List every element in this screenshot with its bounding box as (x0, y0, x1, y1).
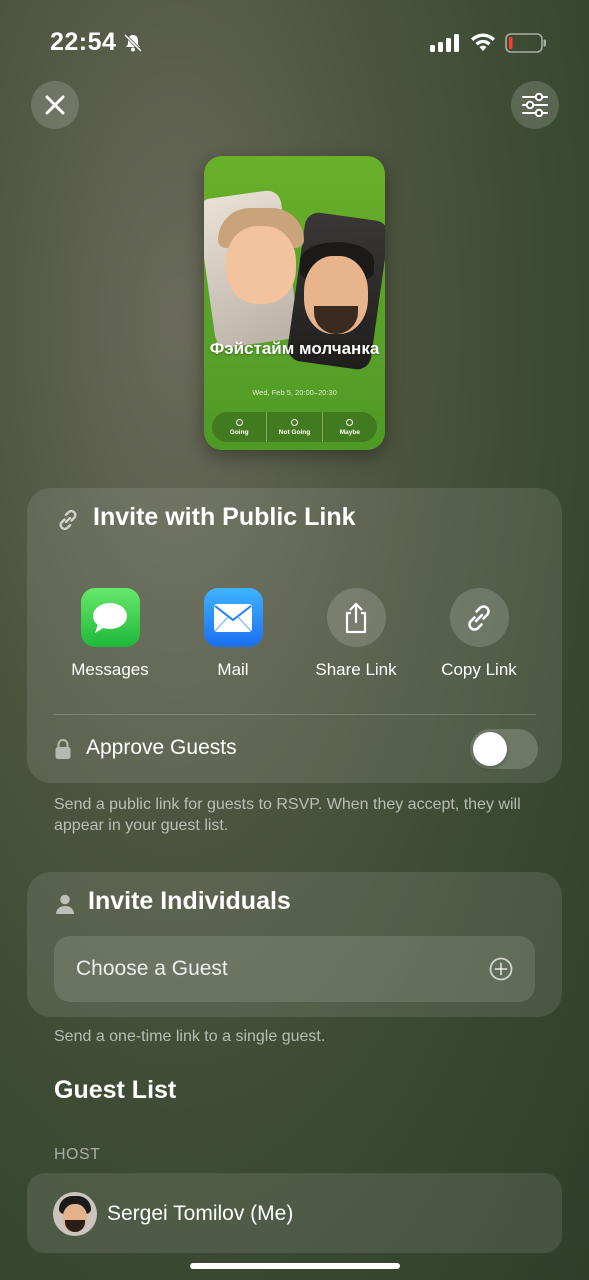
approve-guests-toggle[interactable] (470, 729, 538, 769)
choose-guest-label: Choose a Guest (76, 957, 228, 980)
check-icon (290, 418, 298, 426)
rsvp-not-going: Not Going (266, 412, 321, 442)
home-indicator[interactable] (190, 1263, 400, 1269)
share-messages-label: Messages (71, 660, 149, 679)
mail-icon (203, 588, 263, 647)
toggle-knob (473, 732, 507, 766)
guest-list-title: Guest List (54, 1076, 177, 1104)
divider (53, 714, 536, 715)
avatar (53, 1192, 97, 1236)
bell-slash-icon (122, 32, 144, 59)
person-icon (54, 893, 76, 920)
public-link-note: Send a public link for guests to RSVP. W… (54, 796, 521, 834)
rsvp-maybe: Maybe (321, 412, 377, 442)
share-link-label: Share Link (315, 660, 397, 679)
share-link-button[interactable]: Share Link (301, 588, 411, 680)
question-icon (346, 418, 354, 426)
invite-individuals-title: Invite Individuals (88, 887, 291, 915)
battery-low-icon (505, 33, 547, 58)
settings-button[interactable] (511, 81, 559, 129)
approve-guests-label: Approve Guests (86, 736, 237, 759)
event-poster[interactable]: Фэйстайм молчанка Wed, Feb 5, 20:00–20:3… (204, 156, 385, 450)
share-icon (326, 588, 386, 647)
share-mail-label: Mail (217, 660, 249, 679)
choose-guest-button[interactable]: Choose a Guest (54, 936, 535, 1002)
status-time: 22:54 (50, 28, 117, 56)
poster-title: Фэйстайм молчанка (209, 339, 380, 358)
poster-date: Wed, Feb 5, 20:00–20:30 (252, 388, 337, 397)
individuals-note: Send a one-time link to a single guest. (54, 1028, 326, 1045)
copy-link-button[interactable]: Copy Link (424, 588, 534, 680)
invite-public-link-title: Invite with Public Link (93, 503, 356, 531)
messages-icon (80, 588, 140, 647)
wifi-icon (470, 32, 496, 57)
link-icon (55, 507, 81, 538)
check-icon (235, 418, 243, 426)
rsvp-going: Going (212, 412, 266, 442)
share-messages-button[interactable]: Messages (55, 588, 165, 680)
close-icon (45, 95, 65, 115)
lock-icon (54, 738, 72, 765)
host-section-label: HOST (54, 1146, 101, 1163)
link-icon (449, 588, 509, 647)
share-mail-button[interactable]: Mail (178, 588, 288, 680)
sliders-icon (522, 93, 548, 117)
poster-rsvp-bar: Going Not Going Maybe (212, 412, 377, 442)
cellular-signal-icon (430, 34, 460, 57)
memoji-face (226, 226, 296, 304)
close-button[interactable] (31, 81, 79, 129)
plus-circle-icon (489, 957, 513, 986)
copy-link-label: Copy Link (441, 660, 517, 679)
host-name: Sergei Tomilov (Me) (107, 1202, 294, 1225)
